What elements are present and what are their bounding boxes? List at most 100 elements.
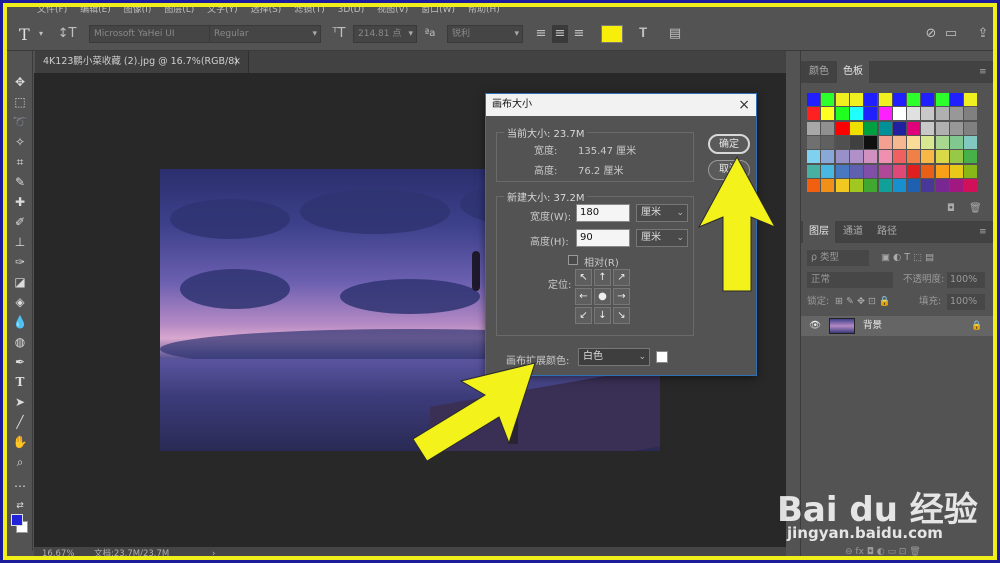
cancel-edit-icon[interactable]: ⊘ xyxy=(923,25,939,43)
color-swatch[interactable] xyxy=(821,164,835,178)
color-swatch[interactable] xyxy=(935,178,949,192)
color-swatch[interactable] xyxy=(864,93,878,106)
menu-file[interactable]: 文件(F) xyxy=(37,7,67,15)
foreground-color-swatch[interactable] xyxy=(11,514,23,526)
anchor-bottom[interactable]: ↓ xyxy=(594,307,611,324)
color-swatch[interactable] xyxy=(964,150,978,164)
color-swatch[interactable] xyxy=(921,135,935,149)
color-swatch[interactable] xyxy=(892,164,906,178)
color-swatch[interactable] xyxy=(807,121,820,135)
magic-wand-tool-icon[interactable]: ✧ xyxy=(11,133,29,151)
opacity-input[interactable]: 100% xyxy=(947,272,985,288)
hand-tool-icon[interactable]: ✋ xyxy=(11,433,29,451)
anchor-top[interactable]: ↑ xyxy=(594,269,611,286)
eye-icon[interactable]: 👁 xyxy=(809,316,821,336)
color-swatch[interactable] xyxy=(849,121,863,135)
color-swatch[interactable] xyxy=(907,178,921,192)
text-color-swatch[interactable] xyxy=(601,25,623,43)
color-swatch[interactable] xyxy=(935,150,949,164)
anchor-bottom-left[interactable]: ↙ xyxy=(575,307,592,324)
align-right-icon[interactable]: ≡ xyxy=(571,25,587,43)
color-swatch[interactable] xyxy=(907,107,921,121)
align-center-icon[interactable]: ≡ xyxy=(552,25,568,43)
color-swatch[interactable] xyxy=(892,121,906,135)
tab-layers[interactable]: 图层 xyxy=(803,221,835,243)
color-swatch[interactable] xyxy=(864,150,878,164)
color-swatch[interactable] xyxy=(807,164,820,178)
color-swatch[interactable] xyxy=(921,178,935,192)
type-tool-icon[interactable]: T xyxy=(19,25,35,44)
menu-layer[interactable]: 图层(L) xyxy=(164,7,194,15)
eyedropper-tool-icon[interactable]: ✎ xyxy=(11,173,29,191)
status-menu-arrow-icon[interactable]: › xyxy=(212,547,215,556)
lock-icons[interactable]: ⊞ ✎ ✥ ⊡ 🔒 xyxy=(835,291,891,313)
anchor-top-right[interactable]: ↗ xyxy=(613,269,630,286)
color-swatch[interactable] xyxy=(878,93,892,106)
menu-filter[interactable]: 滤镜(T) xyxy=(294,7,325,15)
zoom-tool-icon[interactable]: ⌕ xyxy=(11,453,29,471)
color-swatch[interactable] xyxy=(921,93,935,106)
color-swatch[interactable] xyxy=(950,135,963,149)
anchor-right[interactable]: → xyxy=(613,288,630,305)
close-icon[interactable]: × xyxy=(738,94,750,116)
menu-3d[interactable]: 3D(D) xyxy=(338,7,365,15)
tab-swatches[interactable]: 色板 xyxy=(837,61,869,83)
color-swatch[interactable] xyxy=(950,107,963,121)
width-unit-select[interactable]: 厘米 ⌄ xyxy=(636,204,688,222)
color-swatch[interactable] xyxy=(835,121,849,135)
color-swatch[interactable] xyxy=(907,164,921,178)
menu-type[interactable]: 文字(Y) xyxy=(207,7,238,15)
color-swatch[interactable] xyxy=(821,93,835,106)
color-swatch[interactable] xyxy=(807,150,820,164)
color-swatch[interactable] xyxy=(849,93,863,106)
relative-checkbox[interactable] xyxy=(568,255,578,265)
color-swatch[interactable] xyxy=(892,107,906,121)
color-swatch[interactable] xyxy=(864,121,878,135)
anti-alias-select[interactable]: 锐利 ▾ xyxy=(447,25,523,43)
color-swatch[interactable] xyxy=(964,178,978,192)
zoom-level[interactable]: 16.67% xyxy=(42,547,74,556)
color-swatch[interactable] xyxy=(849,150,863,164)
blend-mode-select[interactable]: 正常 xyxy=(807,272,893,288)
color-swatch[interactable] xyxy=(964,93,978,106)
color-swatch[interactable] xyxy=(864,135,878,149)
path-selection-tool-icon[interactable]: ➤ xyxy=(11,393,29,411)
menu-edit[interactable]: 编辑(E) xyxy=(80,7,111,15)
color-swatch[interactable] xyxy=(807,107,820,121)
color-swatch[interactable] xyxy=(935,135,949,149)
color-swatch[interactable] xyxy=(950,93,963,106)
color-swatch[interactable] xyxy=(892,135,906,149)
layer-filter-select[interactable]: ρ 类型 xyxy=(807,250,869,266)
color-swatch[interactable] xyxy=(878,107,892,121)
panel-menu-icon[interactable]: ≡ xyxy=(973,61,993,83)
color-swatch[interactable] xyxy=(849,135,863,149)
color-swatch[interactable] xyxy=(907,121,921,135)
font-style-select[interactable]: Regular ▾ xyxy=(209,25,321,43)
new-height-input[interactable]: 90 xyxy=(576,229,630,247)
layer-row-background[interactable]: 👁 背景 🔒 xyxy=(801,316,993,336)
tab-channels[interactable]: 通道 xyxy=(837,221,869,243)
blur-tool-icon[interactable]: 💧 xyxy=(11,313,29,331)
paint-bucket-tool-icon[interactable]: ◈ xyxy=(11,293,29,311)
color-swatch[interactable] xyxy=(950,150,963,164)
new-swatch-icon[interactable]: ◘ xyxy=(947,203,955,214)
color-swatch[interactable] xyxy=(950,121,963,135)
color-swatch[interactable] xyxy=(878,164,892,178)
crop-tool-icon[interactable]: ⌗ xyxy=(11,153,29,171)
color-swatch[interactable] xyxy=(907,150,921,164)
color-swatch[interactable] xyxy=(892,93,906,106)
panel-menu-icon[interactable]: ≡ xyxy=(973,221,993,243)
fill-input[interactable]: 100% xyxy=(947,294,985,310)
ext-color-select[interactable]: 白色 ⌄ xyxy=(578,348,650,366)
ok-button[interactable]: 确定 xyxy=(708,134,750,154)
color-swatch[interactable] xyxy=(835,164,849,178)
menu-image[interactable]: 图像(I) xyxy=(124,7,152,15)
color-swatch[interactable] xyxy=(907,93,921,106)
color-swatch[interactable] xyxy=(835,107,849,121)
color-swatch[interactable] xyxy=(821,107,835,121)
lasso-tool-icon[interactable]: ➰ xyxy=(11,113,29,131)
delete-swatch-icon[interactable]: 🗑 xyxy=(969,203,982,214)
more-tools-icon[interactable]: ⋯ xyxy=(11,477,29,495)
anchor-top-left[interactable]: ↖ xyxy=(575,269,592,286)
color-swatch[interactable] xyxy=(950,164,963,178)
